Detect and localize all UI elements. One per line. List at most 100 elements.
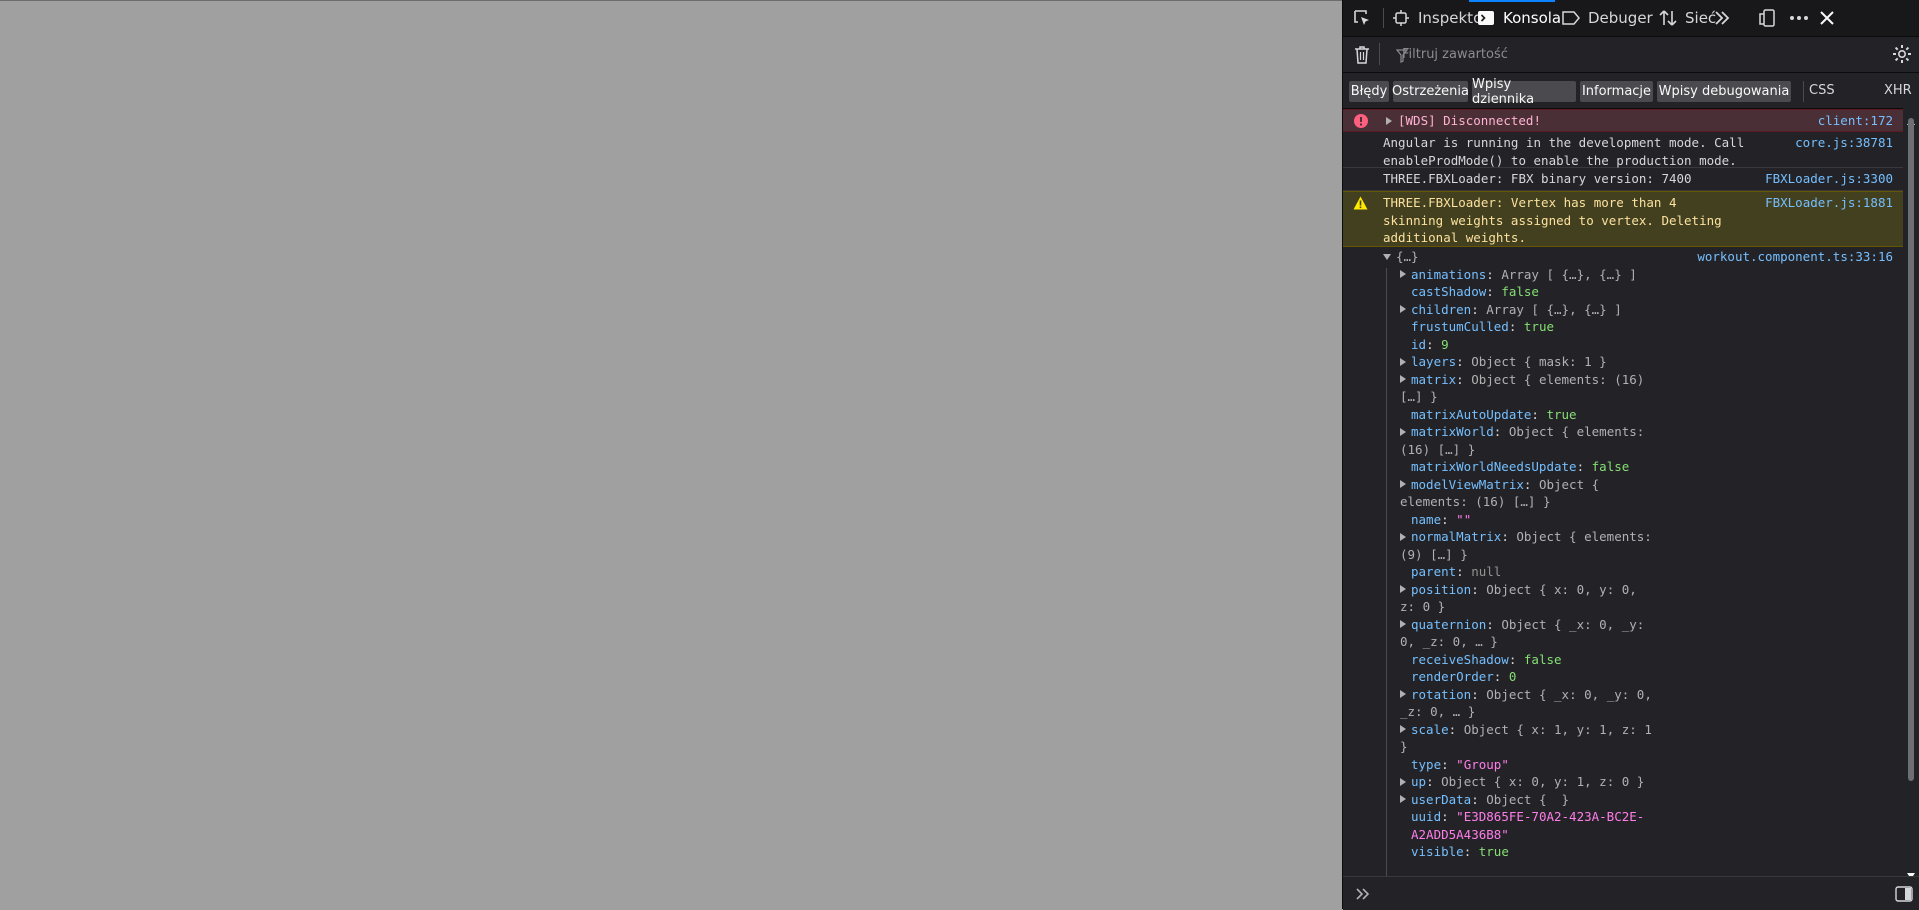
object-property[interactable]: rotation: Object { _x: 0, _y: 0, — [1400, 686, 1652, 704]
console-input-row[interactable] — [1343, 876, 1919, 910]
tree-guide-line — [1386, 268, 1387, 876]
close-devtools-button[interactable] — [1816, 0, 1844, 36]
object-property[interactable]: position: Object { x: 0, y: 0, — [1400, 581, 1637, 599]
filter-xhr-button[interactable]: XHR — [1884, 83, 1912, 98]
object-property-continuation: 0, _z: 0, … } — [1400, 634, 1498, 649]
object-property-continuation: elements: (16) […] } — [1400, 494, 1551, 509]
chevron-double-right-icon — [1711, 7, 1733, 29]
page-viewport — [0, 0, 1342, 909]
trash-icon — [1352, 46, 1372, 70]
devtools-panel: Inspektor Konsola Debuger Sieć Filtruj z… — [1342, 0, 1919, 910]
object-property[interactable]: children: Array [ {…}, {…} ] — [1400, 301, 1622, 319]
object-property: matrixWorldNeedsUpdate: false — [1411, 459, 1630, 474]
responsive-design-button[interactable] — [1756, 0, 1784, 36]
object-property: visible: true — [1411, 844, 1509, 859]
console-message-warning: THREE.FBXLoader: Vertex has more than 4 … — [1343, 191, 1903, 247]
close-icon — [1816, 7, 1838, 29]
console-icon — [1475, 7, 1497, 29]
tab-debugger[interactable]: Debuger — [1560, 0, 1653, 36]
chevron-double-right-icon — [1355, 886, 1371, 905]
tab-console[interactable]: Konsola — [1475, 0, 1561, 36]
scrollbar-thumb[interactable] — [1908, 118, 1914, 781]
message-text: [WDS] Disconnected! — [1398, 113, 1541, 128]
clear-console-button[interactable] — [1352, 44, 1374, 66]
message-location-link[interactable]: workout.component.ts:33:16 — [1697, 248, 1893, 266]
filter-divider — [1379, 43, 1380, 65]
filter-logs-button[interactable]: Wpisy dziennika — [1472, 77, 1576, 107]
console-message-object: workout.component.ts:33:16 {…} animation… — [1343, 248, 1903, 876]
object-property-continuation: z: 0 } — [1400, 599, 1446, 614]
object-property: id: 9 — [1411, 336, 1449, 352]
debugger-icon — [1560, 7, 1582, 29]
message-text: THREE.FBXLoader: FBX binary version: 740… — [1383, 171, 1692, 186]
message-location-link[interactable]: client:172 — [1818, 112, 1893, 130]
toolbar-divider — [1383, 8, 1384, 28]
console-filter-bar: Filtruj zawartość — [1343, 37, 1919, 73]
filter-info-button[interactable]: Informacje — [1580, 81, 1653, 102]
filter-css-button[interactable]: CSS — [1809, 83, 1835, 98]
object-property-continuation: (9) […] } — [1400, 546, 1468, 562]
message-location-link[interactable]: FBXLoader.js:3300 — [1765, 170, 1893, 188]
object-property[interactable]: normalMatrix: Object { elements: — [1400, 528, 1652, 546]
responsive-design-icon — [1756, 7, 1778, 29]
object-property: uuid: "E3D865FE-70A2-423A-BC2E- — [1411, 809, 1645, 824]
element-picker-icon — [1351, 7, 1373, 29]
filter-debug-button[interactable]: Wpisy debugowania — [1657, 81, 1791, 102]
filter-input[interactable]: Filtruj zawartość — [1387, 37, 1867, 72]
object-property: type: "Group" — [1411, 756, 1509, 772]
devtools-toolbar: Inspektor Konsola Debuger Sieć — [1343, 0, 1919, 37]
console-scrollbar[interactable] — [1903, 108, 1919, 879]
object-root-toggle[interactable]: {…} — [1383, 248, 1419, 266]
object-property: renderOrder: 0 — [1411, 669, 1517, 684]
object-property[interactable]: modelViewMatrix: Object { — [1400, 476, 1599, 494]
filter-warnings-button[interactable]: Ostrzeżenia — [1392, 81, 1469, 102]
message-location-link[interactable]: FBXLoader.js:1881 — [1765, 194, 1893, 212]
filter-errors-button[interactable]: Błędy — [1349, 81, 1389, 102]
tab-debugger-label: Debuger — [1588, 9, 1653, 27]
object-property[interactable]: layers: Object { mask: 1 } — [1400, 353, 1607, 371]
object-property: receiveShadow: false — [1411, 651, 1562, 667]
object-property[interactable]: quaternion: Object { _x: 0, _y: — [1400, 616, 1644, 634]
object-property-continuation: } — [1400, 739, 1408, 754]
object-property-continuation: (16) […] } — [1400, 441, 1476, 457]
more-tabs-button[interactable] — [1711, 0, 1739, 36]
console-message-error: [WDS] Disconnected! client:172 — [1343, 109, 1903, 132]
console-message-log: THREE.FBXLoader: FBX binary version: 740… — [1343, 168, 1903, 191]
tab-inspector[interactable]: Inspektor — [1390, 0, 1488, 36]
object-property: matrixAutoUpdate: true — [1411, 406, 1577, 422]
console-message-log: Angular is running in the development mo… — [1343, 133, 1903, 168]
object-property: name: "" — [1411, 511, 1472, 527]
message-text: THREE.FBXLoader: Vertex has more than 4 … — [1383, 195, 1722, 245]
error-icon — [1354, 114, 1368, 131]
object-property-continuation: _z: 0, … } — [1400, 704, 1476, 719]
inspector-icon — [1390, 7, 1412, 29]
console-category-bar: Błędy Ostrzeżenia Wpisy dziennika Inform… — [1343, 73, 1919, 109]
object-property: castShadow: false — [1411, 284, 1539, 299]
category-divider — [1803, 81, 1804, 102]
object-summary: {…} — [1396, 249, 1419, 264]
message-text: Angular is running in the development mo… — [1383, 135, 1745, 168]
object-property: frustumCulled: true — [1411, 319, 1555, 334]
filter-placeholder: Filtruj zawartość — [1402, 47, 1508, 62]
element-picker-button[interactable] — [1351, 0, 1379, 36]
editor-mode-button[interactable] — [1895, 886, 1913, 906]
console-settings-button[interactable] — [1891, 43, 1913, 65]
gear-icon — [1891, 45, 1913, 69]
object-property[interactable]: matrix: Object { elements: (16) — [1400, 371, 1644, 389]
warning-icon — [1353, 196, 1368, 213]
tab-network[interactable]: Sieć — [1657, 0, 1716, 36]
tab-console-label: Konsola — [1503, 9, 1562, 27]
object-property-continuation: […] } — [1400, 389, 1438, 404]
object-property[interactable]: userData: Object { } — [1400, 791, 1569, 809]
object-property[interactable]: animations: Array [ {…}, {…} ] — [1400, 266, 1637, 284]
object-property: parent: null — [1411, 564, 1502, 579]
expand-triangle-icon[interactable] — [1386, 113, 1397, 128]
devtools-menu-button[interactable] — [1788, 0, 1816, 36]
object-property-continuation: A2ADD5A436B8" — [1411, 826, 1509, 842]
object-property[interactable]: matrixWorld: Object { elements: — [1400, 423, 1644, 441]
object-property[interactable]: scale: Object { x: 1, y: 1, z: 1 — [1400, 721, 1652, 739]
network-icon — [1657, 7, 1679, 29]
message-location-link[interactable]: core.js:38781 — [1795, 134, 1893, 152]
object-property[interactable]: up: Object { x: 0, y: 1, z: 0 } — [1400, 773, 1644, 791]
sidebar-toggle-icon — [1895, 886, 1913, 906]
